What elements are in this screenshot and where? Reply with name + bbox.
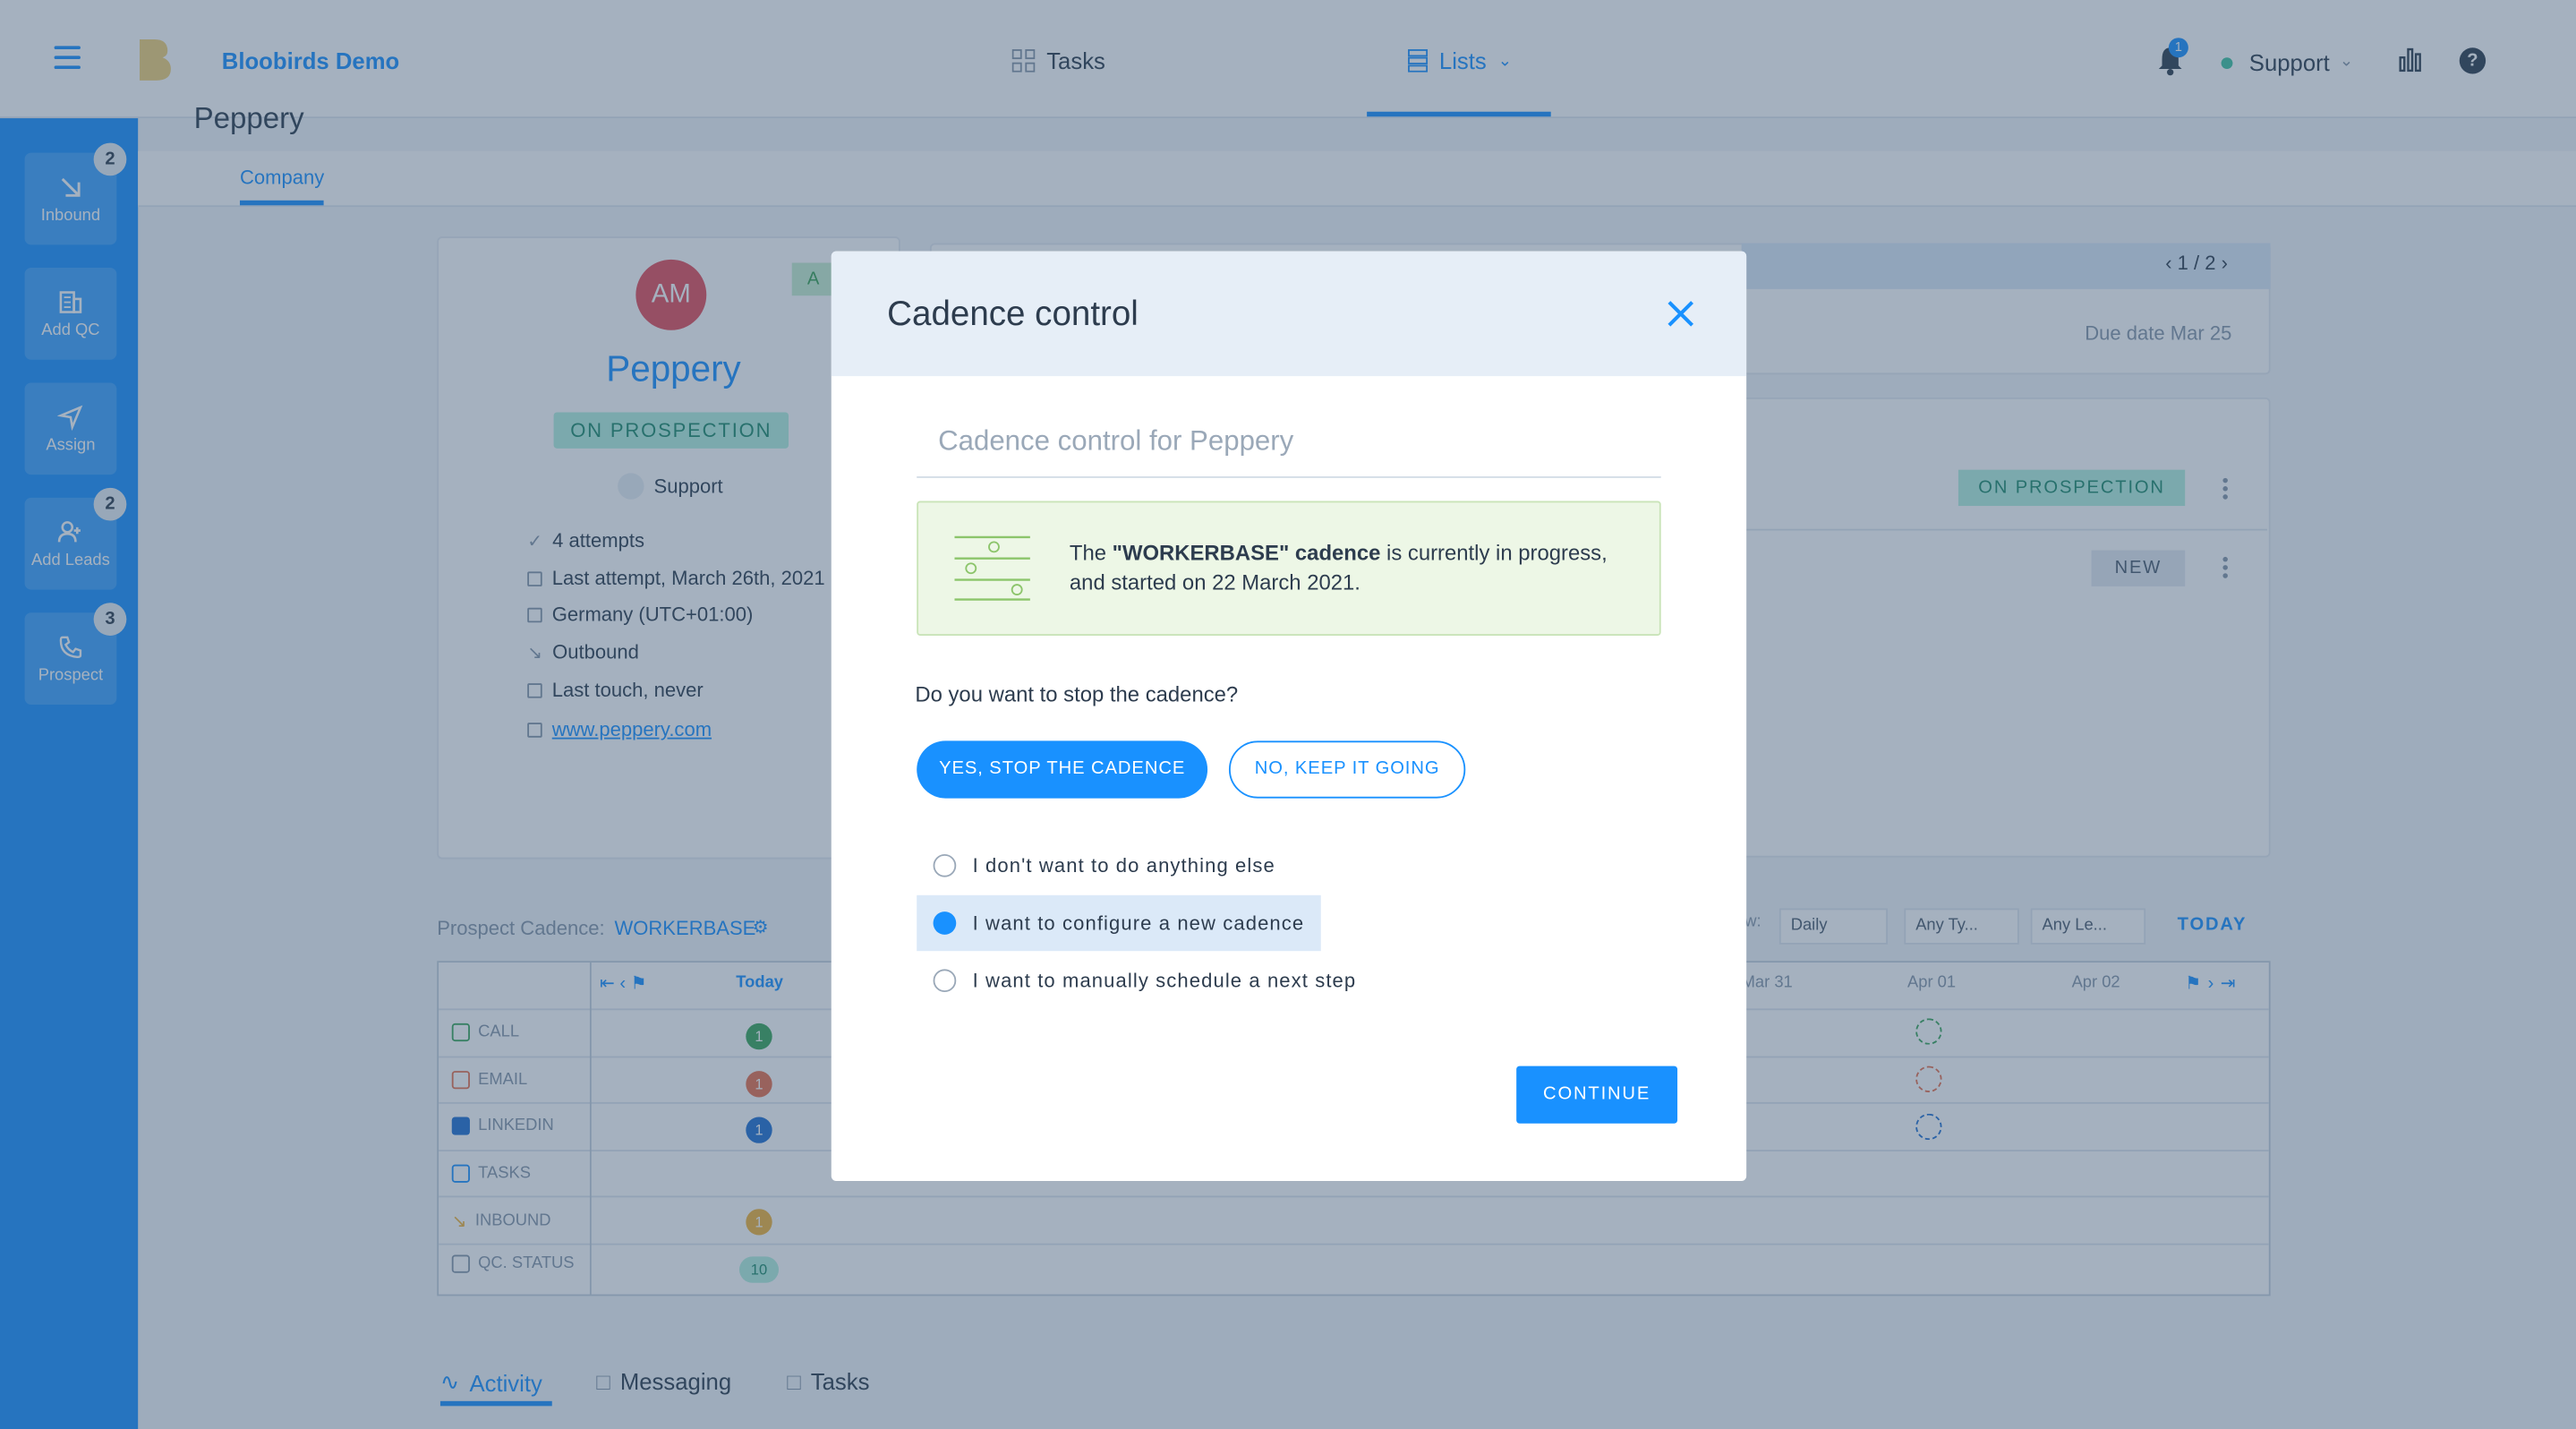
option-label: I want to manually schedule a next step <box>972 969 1357 993</box>
cadence-illustration-icon <box>954 535 1030 601</box>
stop-cadence-button[interactable]: YES, STOP THE CADENCE <box>917 740 1208 799</box>
continue-button[interactable]: CONTINUE <box>1516 1065 1678 1124</box>
cadence-control-modal: Cadence control Cadence control for Pepp… <box>831 251 1747 1182</box>
option-new-cadence[interactable]: I want to configure a new cadence <box>917 894 1321 952</box>
keep-cadence-button[interactable]: NO, KEEP IT GOING <box>1228 740 1466 799</box>
cadence-info-text: The "WORKERBASE" cadence is currently in… <box>1070 539 1644 598</box>
option-nothing-else[interactable]: I don't want to do anything else <box>917 838 1292 894</box>
radio-button[interactable] <box>933 969 957 993</box>
radio-button[interactable] <box>933 853 957 877</box>
option-label: I want to configure a new cadence <box>972 911 1305 935</box>
modal-title: Cadence control <box>887 295 1139 334</box>
cadence-name-bold: "WORKERBASE" cadence <box>1112 540 1381 566</box>
radio-button-selected[interactable] <box>933 911 957 935</box>
close-icon[interactable] <box>1664 297 1697 330</box>
option-manual-next-step[interactable]: I want to manually schedule a next step <box>917 953 1372 1008</box>
info-text-pre: The <box>1069 540 1113 566</box>
option-label: I don't want to do anything else <box>972 853 1275 877</box>
divider <box>917 476 1661 478</box>
modal-subtitle: Cadence control for Peppery <box>938 425 1294 457</box>
stop-question: Do you want to stop the cadence? <box>915 681 1239 706</box>
